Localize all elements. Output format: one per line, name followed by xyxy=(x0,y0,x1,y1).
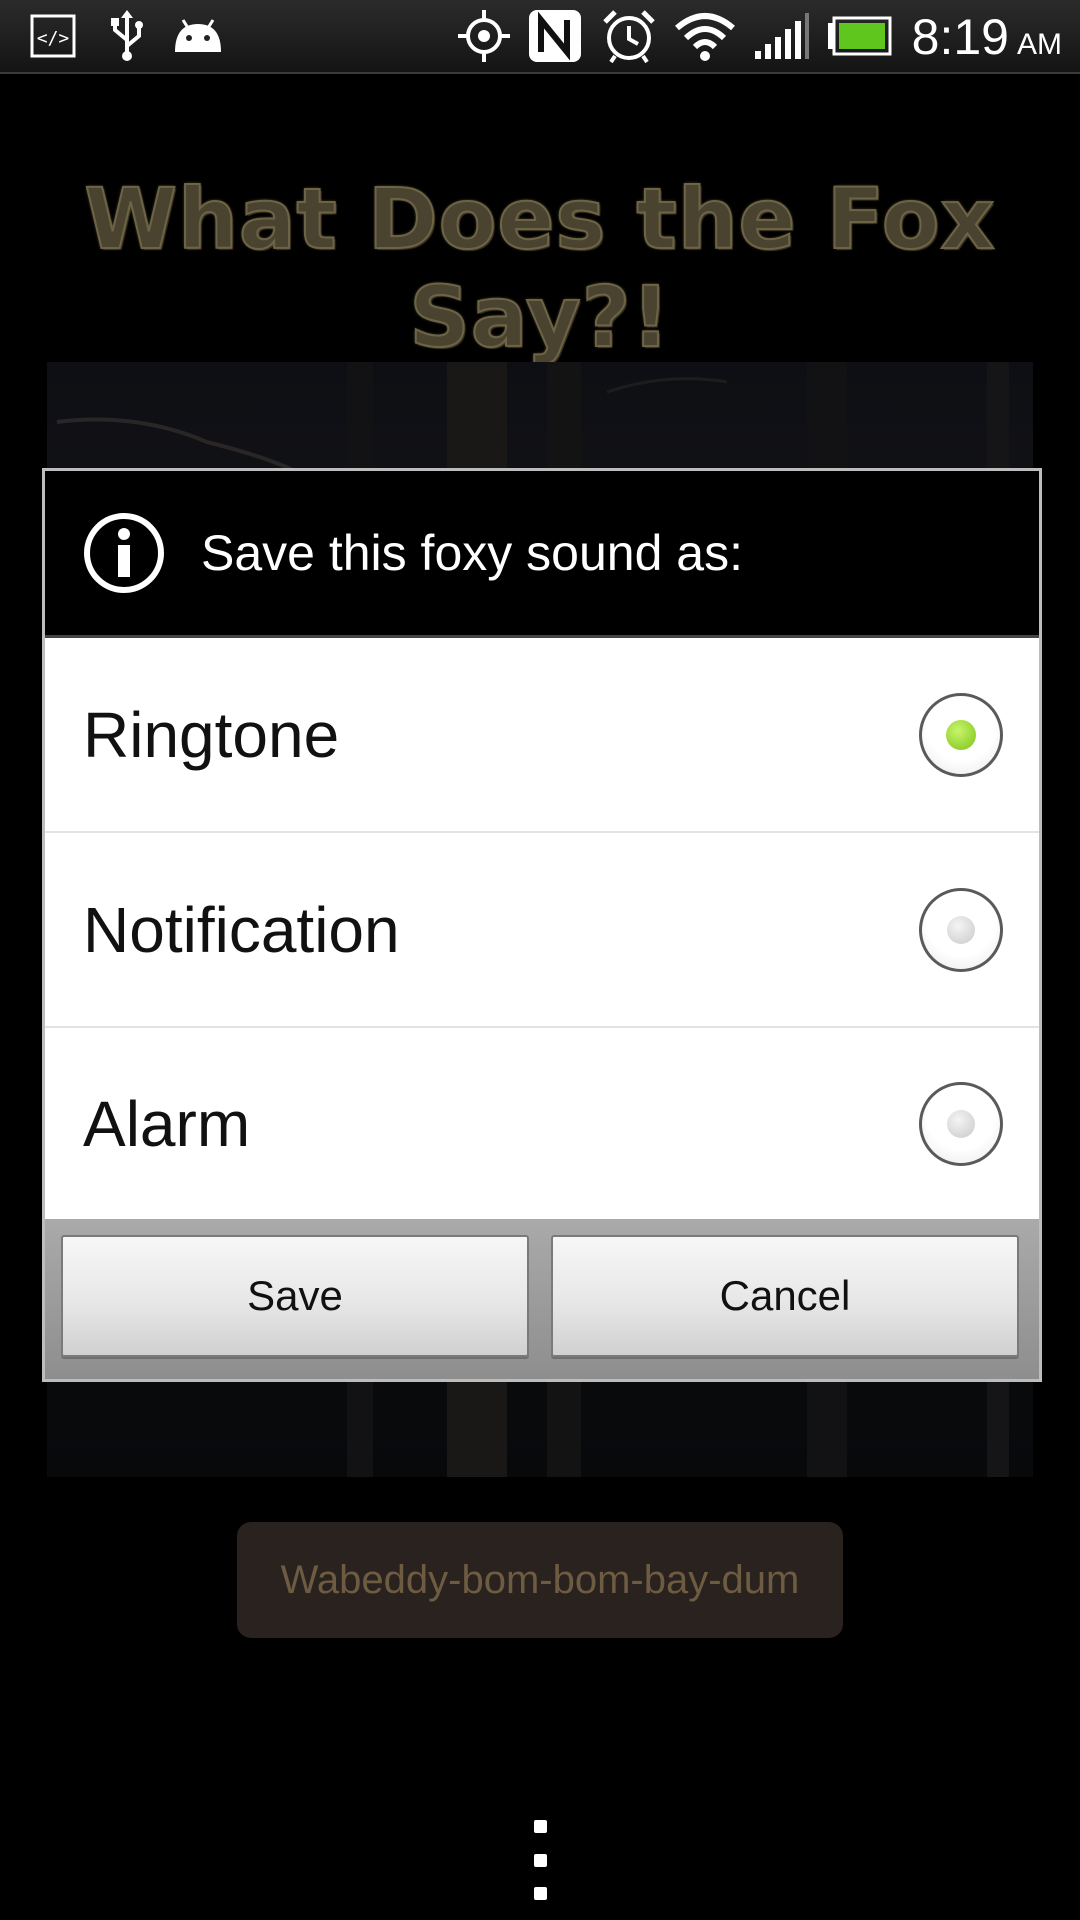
sound-button[interactable]: Wabeddy-bom-bom-bay-dum xyxy=(237,1522,843,1638)
gps-icon xyxy=(454,10,514,62)
save-sound-dialog: Save this foxy sound as: Ringtone Notifi… xyxy=(42,468,1042,1382)
clock: 8:19 AM xyxy=(911,8,1062,65)
option-alarm[interactable]: Alarm xyxy=(45,1028,1039,1220)
usb-icon xyxy=(102,10,152,62)
radio-alarm[interactable] xyxy=(919,1082,1003,1166)
save-button[interactable]: Save xyxy=(61,1235,529,1357)
wifi-icon xyxy=(672,10,738,62)
code-icon: </> xyxy=(28,10,78,62)
clock-time: 8:19 xyxy=(911,9,1009,65)
svg-text:</>: </> xyxy=(37,28,70,49)
signal-icon xyxy=(752,10,812,62)
dialog-header: Save this foxy sound as: xyxy=(45,471,1039,638)
clock-ampm: AM xyxy=(1017,28,1062,61)
alarm-icon xyxy=(600,10,658,64)
option-list: Ringtone Notification Alarm xyxy=(45,638,1039,1220)
option-label: Alarm xyxy=(83,1088,251,1160)
app-title: What Does the Fox Say?! xyxy=(83,169,996,367)
dialog-button-bar: Save Cancel xyxy=(45,1219,1039,1379)
radio-notification[interactable] xyxy=(919,887,1003,972)
battery-icon xyxy=(826,10,894,62)
android-debug-icon xyxy=(168,10,228,62)
option-notification[interactable]: Notification xyxy=(45,833,1039,1028)
info-icon xyxy=(84,513,164,593)
option-label: Notification xyxy=(83,893,400,966)
option-ringtone[interactable]: Ringtone xyxy=(45,638,1039,833)
status-bar: </> 8:19 AM xyxy=(0,0,1080,74)
option-label: Ringtone xyxy=(83,698,340,771)
dialog-title: Save this foxy sound as: xyxy=(201,525,743,581)
overflow-menu-icon[interactable] xyxy=(530,1820,550,1900)
nfc-icon xyxy=(526,10,584,62)
cancel-button[interactable]: Cancel xyxy=(551,1235,1019,1357)
radio-ringtone[interactable] xyxy=(919,692,1003,777)
